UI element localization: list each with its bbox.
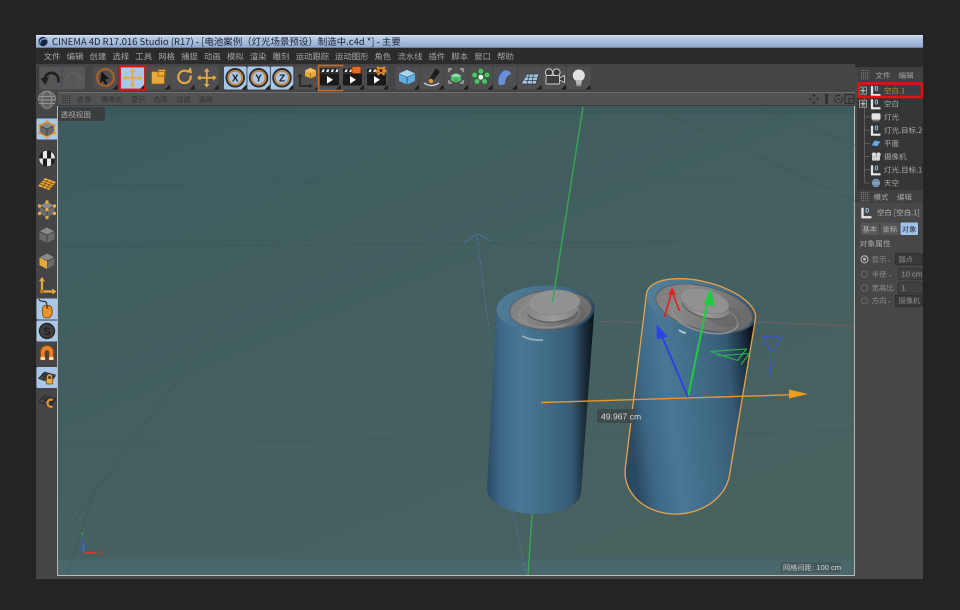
svg-text:X: X bbox=[232, 73, 239, 84]
svg-text:S: S bbox=[43, 326, 50, 338]
svg-text:1: 1 bbox=[902, 284, 906, 293]
svg-text:10 cm: 10 cm bbox=[902, 270, 923, 279]
svg-text:Z: Z bbox=[279, 73, 285, 84]
svg-text:0: 0 bbox=[875, 99, 879, 106]
svg-text:0: 0 bbox=[875, 86, 879, 93]
svg-text:49.967 cm: 49.967 cm bbox=[601, 412, 641, 422]
svg-text:0: 0 bbox=[875, 165, 879, 172]
svg-text:0: 0 bbox=[865, 206, 869, 215]
svg-text:0: 0 bbox=[875, 126, 879, 133]
svg-text:Y: Y bbox=[255, 73, 262, 84]
svg-text:X: X bbox=[99, 550, 104, 557]
svg-text:: 100 cm: : 100 cm bbox=[812, 563, 841, 572]
